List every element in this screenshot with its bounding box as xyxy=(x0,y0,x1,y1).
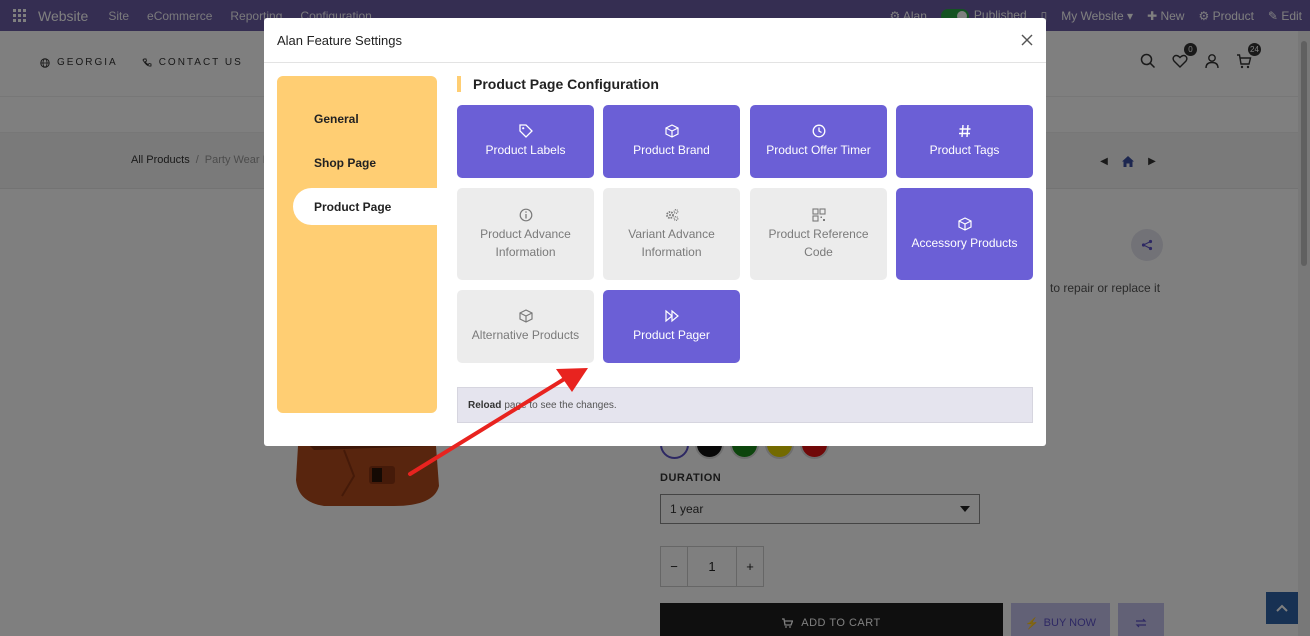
tile-label: Product Offer Timer xyxy=(766,143,871,157)
tile-product-pager[interactable]: Product Pager xyxy=(603,290,740,363)
tile-label: Alternative Products xyxy=(471,328,580,342)
tile-label: Product Tags xyxy=(929,143,1000,157)
modal-title: Alan Feature Settings xyxy=(277,32,403,48)
feature-settings-modal: Alan Feature Settings General Shop Page … xyxy=(264,18,1046,446)
tile-label: Variant Advance Information xyxy=(628,226,715,259)
box-icon xyxy=(664,124,679,138)
close-icon[interactable] xyxy=(1019,32,1035,48)
tile-product-reference-code[interactable]: Product Reference Code xyxy=(750,188,887,280)
settings-sidebar: General Shop Page Product Page xyxy=(277,76,437,413)
hashtag-icon xyxy=(958,124,970,138)
modal-header: Alan Feature Settings xyxy=(264,18,1046,63)
reload-notice: Reload page to see the changes. xyxy=(457,387,1033,423)
tile-label: Accessory Products xyxy=(911,235,1018,250)
qrcode-icon xyxy=(811,207,826,222)
info-icon xyxy=(519,208,532,221)
fast-forward-icon xyxy=(664,309,679,323)
clock-icon xyxy=(812,124,825,138)
sidebar-item-label: General xyxy=(314,111,359,126)
tile-label: Product Pager xyxy=(633,328,710,342)
tile-product-labels[interactable]: Product Labels xyxy=(457,105,594,178)
tile-product-advance-information[interactable]: Product Advance Information xyxy=(457,188,594,280)
sidebar-item-general[interactable]: General xyxy=(293,100,437,137)
sidebar-item-label: Shop Page xyxy=(314,155,377,170)
tag-icon xyxy=(518,124,533,138)
tile-product-offer-timer[interactable]: Product Offer Timer xyxy=(750,105,887,178)
box-icon xyxy=(518,309,533,323)
reload-notice-text: page to see the changes. xyxy=(504,399,617,411)
reload-link[interactable]: Reload xyxy=(468,400,501,411)
gears-icon xyxy=(665,208,678,221)
tile-label: Product Advance Information xyxy=(480,226,571,259)
tile-variant-advance-information[interactable]: Variant Advance Information xyxy=(603,188,740,280)
tile-label: Product Brand xyxy=(633,143,710,157)
tile-alternative-products[interactable]: Alternative Products xyxy=(457,290,594,363)
tile-label: Product Reference Code xyxy=(768,226,869,259)
tile-product-brand[interactable]: Product Brand xyxy=(603,105,740,178)
sidebar-item-label: Product Page xyxy=(314,199,392,214)
section-title: Product Page Configuration xyxy=(457,76,659,92)
tile-accessory-products[interactable]: Accessory Products xyxy=(896,188,1033,280)
tile-label: Product Labels xyxy=(485,143,566,157)
tile-product-tags[interactable]: Product Tags xyxy=(896,105,1033,178)
box-icon xyxy=(957,216,972,231)
sidebar-item-product-page[interactable]: Product Page xyxy=(293,188,437,225)
sidebar-item-shop-page[interactable]: Shop Page xyxy=(293,144,437,181)
